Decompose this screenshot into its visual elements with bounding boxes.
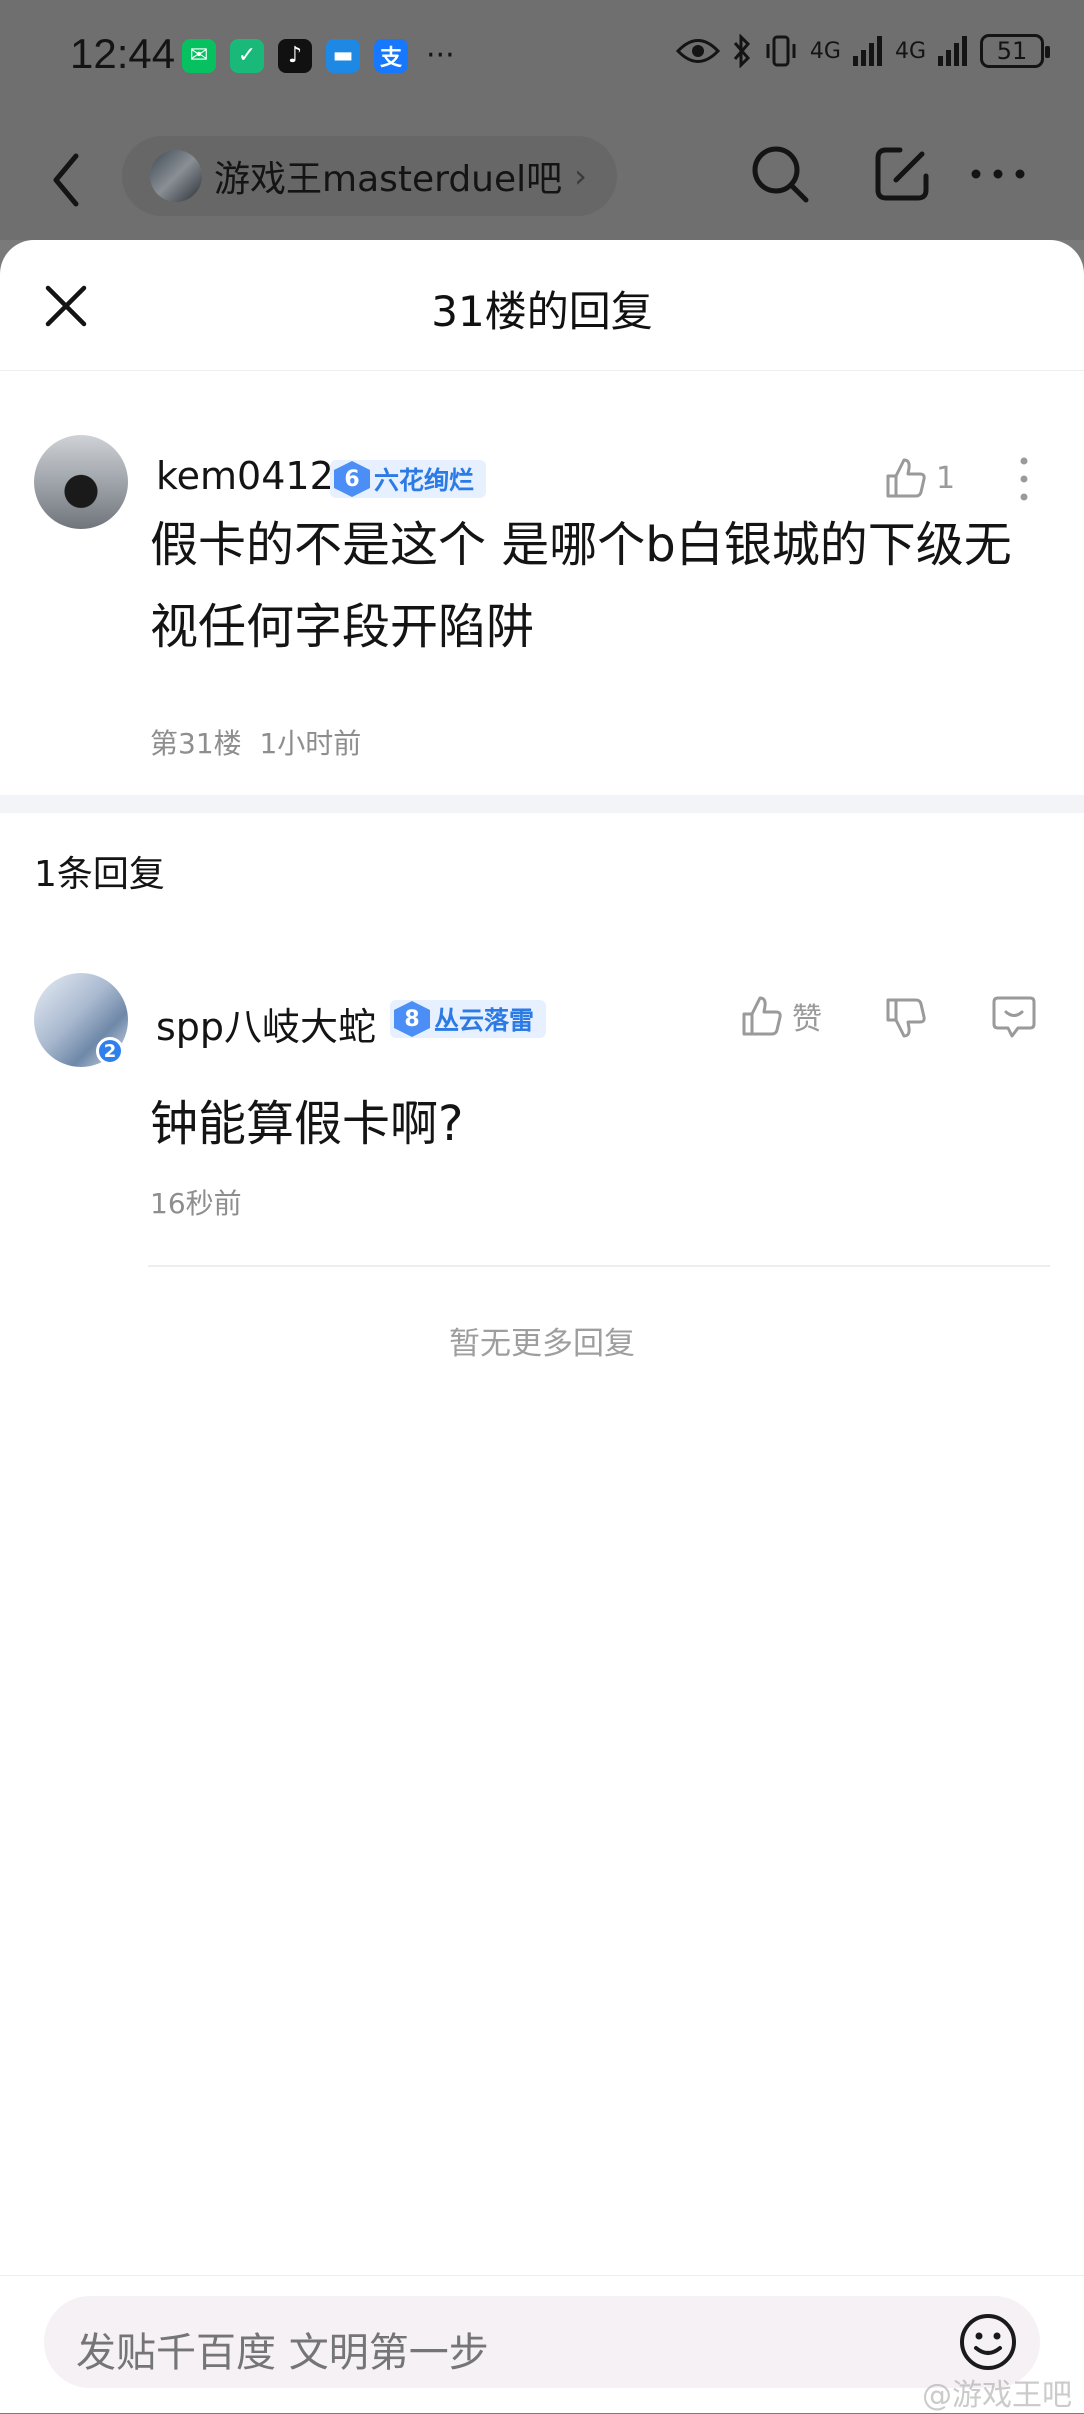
alipay-icon: 支 (374, 38, 408, 73)
forum-name-pill[interactable]: 游戏王masterduel吧 › (122, 136, 617, 216)
emoji-icon[interactable] (958, 2312, 1018, 2372)
comment-reply-icon[interactable] (990, 994, 1038, 1040)
signal-icon (852, 36, 882, 66)
network-type-2: 4G (894, 38, 926, 64)
forum-name: 游戏王masterduel吧 (214, 159, 563, 200)
chevron-right-icon: › (574, 157, 587, 195)
comment-input[interactable] (44, 2296, 1040, 2388)
level-number: 8 (394, 1001, 430, 1037)
username[interactable]: spp八岐大蛇 (156, 996, 376, 1051)
watermark: @游戏王吧 (922, 2378, 1072, 2413)
no-more-replies: 暂无更多回复 (449, 1326, 635, 1362)
more-notifications-icon: ··· (426, 38, 455, 73)
thumbs-down-icon[interactable] (884, 996, 928, 1040)
reply-body: 钟能算假卡啊? (150, 1096, 464, 1152)
back-arrow-icon[interactable] (46, 150, 86, 210)
level-badge: 8 丛云落雷 (390, 1000, 547, 1038)
reply-divider (148, 1265, 1050, 1267)
signal-icon-2 (938, 36, 967, 66)
forum-avatar (150, 150, 202, 202)
bluetooth-icon (733, 34, 750, 68)
status-time: 12:44 (70, 30, 176, 77)
message-app-icon: ▬ (326, 38, 360, 73)
status-app-icons: ✉ ✓ ♪ ▬ 支 ··· (182, 38, 455, 73)
vibrate-icon (766, 35, 796, 67)
battery-indicator: 51 (980, 34, 1050, 68)
wechat-icon: ✉ (182, 38, 216, 73)
avatar-badge: 2 (96, 1037, 124, 1065)
shield-app-icon: ✓ (230, 38, 264, 73)
reply-time: 16秒前 (150, 1187, 242, 1220)
status-indicators: 4G 4G 51 (675, 34, 1050, 68)
search-icon[interactable] (748, 142, 812, 206)
more-options-icon[interactable] (966, 142, 1030, 206)
network-type-1: 4G (809, 38, 841, 64)
level-title: 丛云落雷 (434, 1006, 535, 1035)
like-label: 赞 (792, 1002, 822, 1037)
like-button[interactable]: 赞 (740, 994, 822, 1038)
reply-sheet: 31楼的回复 kem0412 6 六花绚烂 1 假卡的不是这个 是哪个b白银城的… (0, 240, 1084, 2412)
reply-item: 2 spp八岐大蛇 8 丛云落雷 赞 钟能算假卡啊? 16秒前 (0, 240, 1084, 1240)
tiktok-icon: ♪ (278, 38, 312, 73)
compose-icon[interactable] (870, 142, 934, 206)
eye-icon (675, 39, 720, 63)
thumbs-up-icon (742, 996, 782, 1036)
status-bar: 12:44 ✉ ✓ ♪ ▬ 支 ··· 4G 4G 51 (0, 0, 1084, 110)
